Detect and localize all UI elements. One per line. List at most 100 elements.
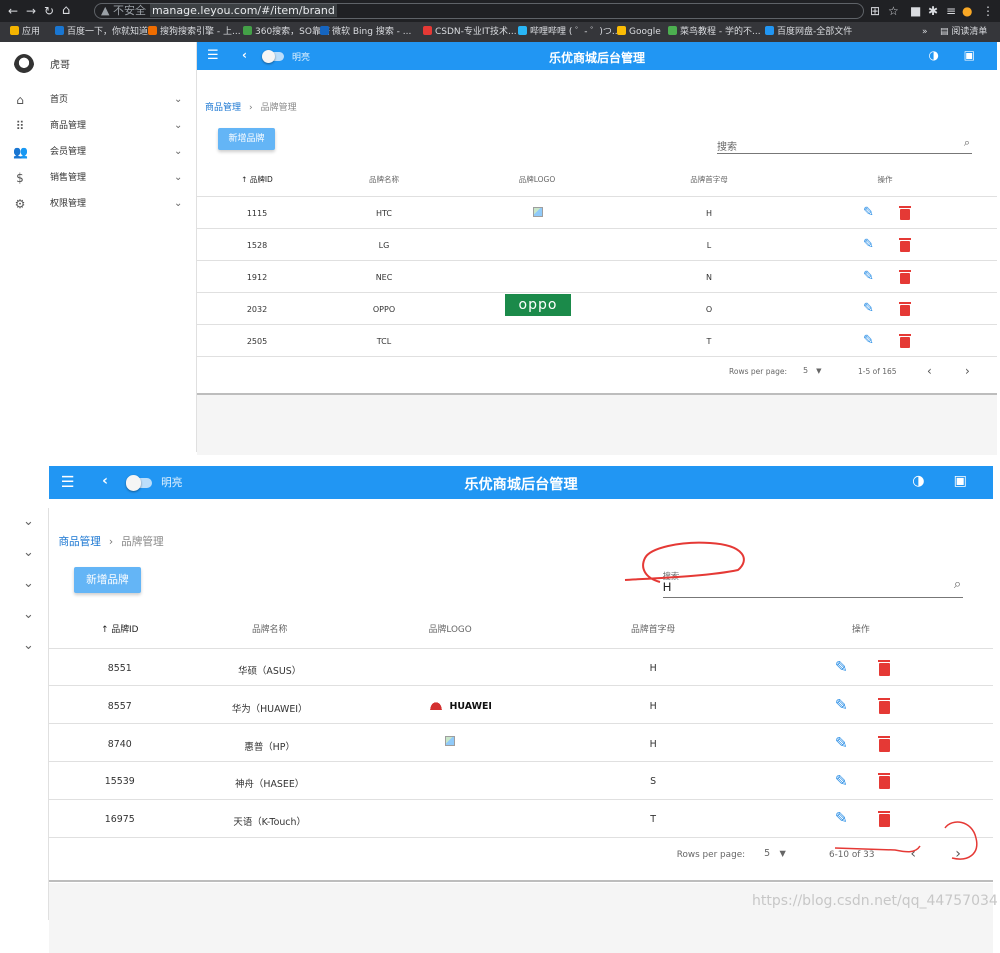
extension-icon[interactable]: ■ bbox=[910, 0, 921, 22]
broken-image-icon bbox=[445, 736, 456, 747]
edit-icon[interactable]: ✎ bbox=[863, 237, 874, 252]
translate-icon[interactable]: ⊞ bbox=[870, 0, 880, 22]
sidebar-item-label: 商品管理 bbox=[50, 121, 87, 131]
search-field[interactable]: 搜索 ⌕ bbox=[717, 136, 972, 154]
table-header: 品牌LOGO bbox=[428, 624, 472, 635]
sort-header-id[interactable]: ↑ 品牌ID bbox=[197, 174, 317, 185]
chevron-down-icon[interactable]: ⌄ bbox=[23, 514, 34, 529]
next-page-icon[interactable]: › bbox=[965, 364, 970, 378]
delete-icon[interactable] bbox=[899, 334, 911, 348]
sidebar-item[interactable]: ⚙ 权限管理 ⌄ bbox=[0, 191, 197, 217]
bookmark-item[interactable]: 百度一下，你就知道 bbox=[55, 22, 148, 42]
search-icon[interactable]: ⌕ bbox=[964, 136, 970, 150]
bookmark-item[interactable]: 微软 Bing 搜索 - ... bbox=[320, 22, 411, 42]
invert-colors-icon[interactable]: ◑ bbox=[929, 48, 939, 62]
apps-icon: ⠿ bbox=[15, 119, 25, 133]
bookmark-label: 百度网盘-全部文件 bbox=[777, 27, 853, 37]
bookmark-label: 搜狗搜索引擎 - 上... bbox=[160, 27, 241, 37]
table-header: 品牌名称 bbox=[251, 624, 288, 635]
table-header: 品牌首字母 bbox=[690, 175, 728, 184]
table-divider bbox=[197, 196, 997, 197]
chevron-down-icon[interactable]: ⌄ bbox=[174, 113, 182, 139]
cell-brand-name: 天语（K-Touch） bbox=[233, 817, 306, 829]
bookmark-item[interactable]: 应用 bbox=[10, 22, 40, 42]
bookmark-label: CSDN-专业IT技术... bbox=[435, 27, 517, 37]
account-box-icon[interactable]: ▣ bbox=[954, 473, 967, 489]
cell-brand-id: 1528 bbox=[246, 241, 268, 250]
chevron-down-icon[interactable]: ⌄ bbox=[23, 545, 34, 560]
chevron-down-icon[interactable]: ⌄ bbox=[23, 607, 34, 622]
sidebar-item[interactable]: ⌂ 首页 ⌄ bbox=[0, 87, 197, 113]
bookmark-favicon-icon bbox=[617, 26, 626, 35]
rows-per-page-select[interactable]: 5 ▼ bbox=[803, 366, 821, 375]
more-bookmarks-icon[interactable]: » bbox=[922, 22, 928, 42]
breadcrumb-link[interactable]: 商品管理 bbox=[205, 103, 241, 113]
add-brand-button[interactable]: 新增品牌 bbox=[73, 567, 142, 594]
delete-icon[interactable] bbox=[899, 302, 911, 316]
bookmark-favicon-icon bbox=[320, 26, 329, 35]
reading-list[interactable]: ▤ 阅读清单 bbox=[940, 22, 987, 42]
delete-icon[interactable] bbox=[899, 238, 911, 252]
chevron-down-icon[interactable]: ⌄ bbox=[174, 139, 182, 165]
row-divider bbox=[197, 228, 997, 229]
cell-brand-id: 8740 bbox=[107, 738, 132, 750]
cell-brand-letter: O bbox=[705, 305, 713, 314]
star-icon[interactable]: ☆ bbox=[888, 0, 899, 22]
chevron-down-icon[interactable]: ⌄ bbox=[174, 191, 182, 217]
edit-icon[interactable]: ✎ bbox=[863, 333, 874, 348]
delete-icon[interactable] bbox=[899, 270, 911, 284]
chevron-down-icon[interactable]: ⌄ bbox=[174, 87, 182, 113]
back-arrow-icon[interactable]: ← bbox=[8, 0, 18, 22]
more-icon[interactable]: ⋮ bbox=[982, 0, 994, 22]
breadcrumb: 商品管理 › 品牌管理 bbox=[58, 534, 163, 549]
cell-brand-name: OPPO bbox=[372, 305, 396, 314]
home-icon[interactable]: ⌂ bbox=[62, 0, 70, 22]
sidebar-item-label: 销售管理 bbox=[50, 173, 87, 183]
chevron-down-icon[interactable]: ⌄ bbox=[174, 165, 182, 191]
bookmark-item[interactable]: 搜狗搜索引擎 - 上... bbox=[148, 22, 241, 42]
profile-avatar-icon[interactable]: ● bbox=[962, 0, 972, 22]
sidebar-item[interactable]: $ 销售管理 ⌄ bbox=[0, 165, 197, 191]
user-name: 虎哥 bbox=[50, 60, 70, 71]
bookmark-item[interactable]: 360搜索，SO靠谱 bbox=[243, 22, 330, 42]
add-brand-button[interactable]: 新增品牌 bbox=[218, 128, 275, 150]
account-box-icon[interactable]: ▣ bbox=[964, 48, 975, 62]
sidebar-item[interactable]: 👥 会员管理 ⌄ bbox=[0, 139, 197, 165]
bookmark-label: 360搜索，SO靠谱 bbox=[255, 27, 330, 37]
user-avatar bbox=[14, 54, 34, 76]
cell-brand-name: 华硕（ASUS） bbox=[238, 666, 302, 678]
breadcrumb: 商品管理 › 品牌管理 bbox=[205, 100, 297, 113]
puzzle-icon[interactable]: ✱ bbox=[928, 0, 938, 22]
address-bar[interactable]: ▲ 不安全 manage.leyou.com/#/item/brand bbox=[94, 3, 864, 19]
bookmark-item[interactable]: 菜鸟教程 - 学的不... bbox=[668, 22, 761, 42]
bookmark-favicon-icon bbox=[55, 26, 64, 35]
edit-icon[interactable]: ✎ bbox=[863, 205, 874, 220]
home-icon: ⌂ bbox=[16, 93, 24, 107]
reload-icon[interactable]: ↻ bbox=[44, 0, 54, 22]
bookmark-item[interactable]: Google bbox=[617, 22, 661, 42]
cell-brand-id: 16975 bbox=[104, 814, 135, 826]
bookmark-item[interactable]: 哔哩哔哩 ( ゜- ゜)つ... bbox=[518, 22, 620, 42]
breadcrumb-link[interactable]: 商品管理 bbox=[58, 535, 100, 548]
app-title: 乐优商城后台管理 bbox=[464, 477, 578, 494]
prev-page-icon[interactable]: ‹ bbox=[927, 364, 932, 378]
bookmark-favicon-icon bbox=[243, 26, 252, 35]
edit-icon[interactable]: ✎ bbox=[863, 269, 874, 284]
bookmark-label: Google bbox=[629, 27, 661, 37]
media-icon[interactable]: ≡ bbox=[946, 0, 956, 22]
sort-header-id[interactable]: ↑ 品牌ID bbox=[49, 622, 191, 635]
edit-icon[interactable]: ✎ bbox=[863, 301, 874, 316]
bookmark-item[interactable]: CSDN-专业IT技术... bbox=[423, 22, 517, 42]
bookmark-item[interactable]: 百度网盘-全部文件 bbox=[765, 22, 852, 42]
bookmark-label: 菜鸟教程 - 学的不... bbox=[680, 27, 761, 37]
forward-arrow-icon[interactable]: → bbox=[26, 0, 36, 22]
huawei-logo: HUAWEI bbox=[426, 698, 492, 712]
sidebar-item[interactable]: ⠿ 商品管理 ⌄ bbox=[0, 113, 197, 139]
cell-brand-id: 1912 bbox=[246, 273, 268, 282]
chevron-down-icon[interactable]: ⌄ bbox=[23, 576, 34, 591]
cell-brand-letter: H bbox=[705, 209, 712, 218]
invert-colors-icon[interactable]: ◑ bbox=[912, 473, 924, 489]
chevron-down-icon[interactable]: ⌄ bbox=[23, 638, 34, 653]
search-label: 搜索 bbox=[717, 142, 737, 153]
delete-icon[interactable] bbox=[899, 206, 911, 220]
